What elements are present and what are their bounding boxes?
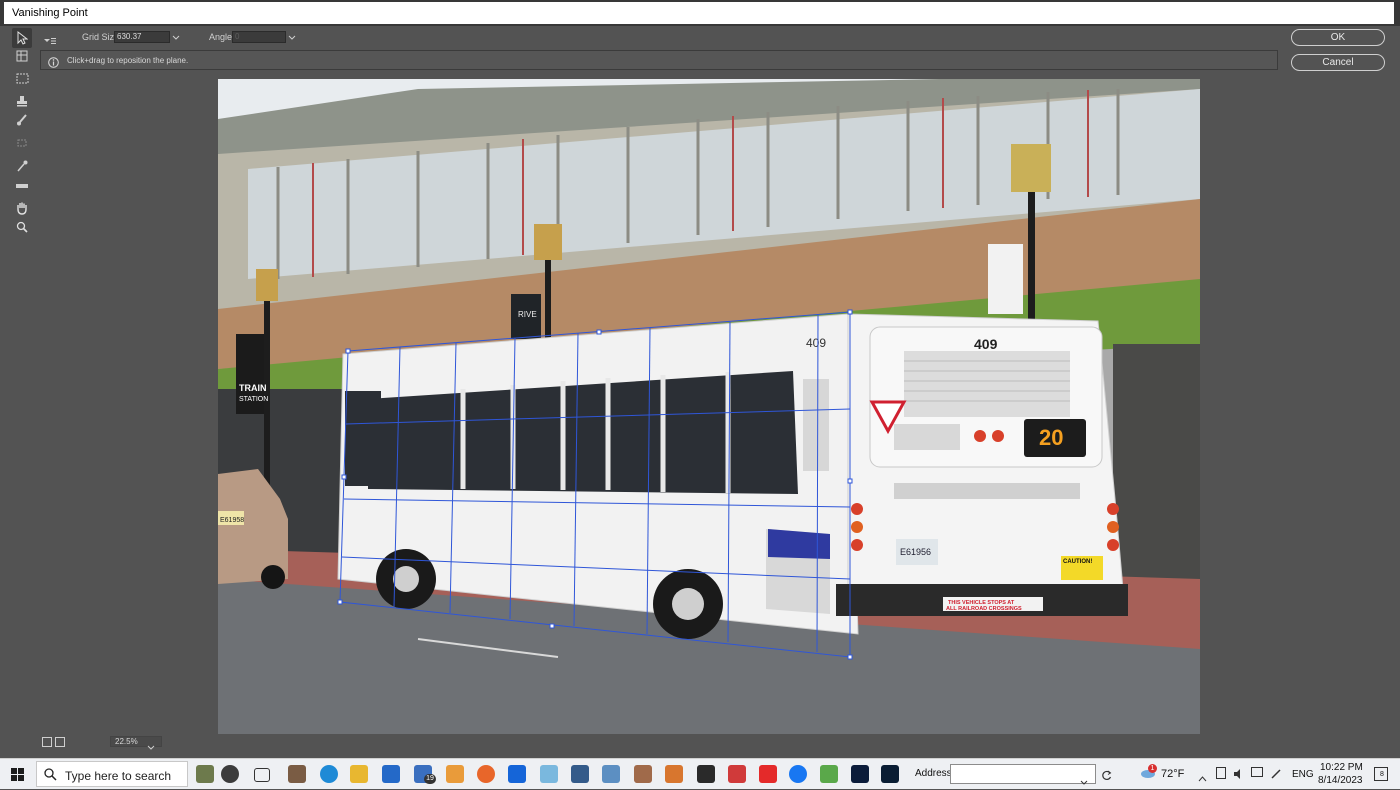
widget-icon[interactable] xyxy=(196,765,214,783)
measure-tool[interactable] xyxy=(12,176,32,196)
angle-dropdown[interactable] xyxy=(286,31,298,43)
angle-label: Angle: xyxy=(209,32,235,42)
app-icon-a[interactable] xyxy=(540,765,558,783)
app-icon-e[interactable] xyxy=(665,765,683,783)
hand-tool[interactable] xyxy=(12,198,32,218)
windows-start-icon[interactable] xyxy=(11,768,24,786)
window-title: Vanishing Point xyxy=(12,7,88,19)
file-explorer-icon[interactable] xyxy=(350,765,368,783)
tool-column xyxy=(0,26,40,750)
mail-badge: 19 xyxy=(424,774,436,784)
chevron-down-icon[interactable] xyxy=(1080,772,1088,790)
firefox-icon[interactable] xyxy=(477,765,495,783)
taskbar-search[interactable]: Type here to search xyxy=(36,761,188,787)
app-icon-f[interactable] xyxy=(697,765,715,783)
photoshop-icon[interactable] xyxy=(851,765,869,783)
eyedropper-tool[interactable] xyxy=(12,156,32,176)
train-sign-text: TRAIN xyxy=(239,383,267,393)
app-icon-h[interactable] xyxy=(820,765,838,783)
preview-canvas[interactable]: RIVE TRAIN STATION E61958 409 409 20 E61… xyxy=(218,79,1200,734)
magnifier-icon xyxy=(16,221,28,233)
headset-icon[interactable] xyxy=(221,765,239,783)
marquee-tool[interactable] xyxy=(12,68,32,88)
title-bar-inner: Vanishing Point xyxy=(4,2,1394,24)
weather-temp: 72°F xyxy=(1161,768,1185,780)
device-icon[interactable] xyxy=(1216,767,1226,779)
app-icon-b[interactable] xyxy=(571,765,589,783)
clock-date[interactable]: 8/14/2023 xyxy=(1318,775,1363,786)
address-label: Address xyxy=(915,768,952,779)
brush-tool[interactable] xyxy=(12,110,32,130)
chevron-down-icon xyxy=(172,35,180,40)
status-strip: 22.5% xyxy=(40,734,1400,750)
grid-plane-icon xyxy=(16,50,28,62)
notification-icon[interactable]: 8 xyxy=(1374,767,1388,781)
refresh-icon[interactable] xyxy=(1101,768,1112,786)
clock-time[interactable]: 10:22 PM xyxy=(1320,762,1363,773)
volume-icon[interactable] xyxy=(1233,767,1245,785)
pen-icon[interactable] xyxy=(1270,767,1282,785)
info-icon xyxy=(48,55,59,73)
banner-text: RIVE xyxy=(518,310,537,319)
ruler-icon xyxy=(16,184,28,188)
plane-menu-icon[interactable] xyxy=(44,32,56,50)
weather-badge: 1 xyxy=(1148,764,1157,773)
address-input[interactable] xyxy=(950,764,1096,784)
bus-side-number: 409 xyxy=(806,336,826,350)
zoom-dropdown[interactable] xyxy=(147,737,155,755)
car-plate-text: E61958 xyxy=(220,517,244,524)
store-icon[interactable] xyxy=(382,765,400,783)
chevron-up-icon[interactable] xyxy=(1198,769,1207,787)
cancel-button[interactable]: Cancel xyxy=(1291,54,1385,71)
arrow-icon xyxy=(17,31,28,45)
angle-input[interactable]: 0 xyxy=(232,31,286,43)
task-view-icon[interactable] xyxy=(254,768,270,782)
language-indicator[interactable]: ENG xyxy=(1292,769,1314,780)
hand-icon xyxy=(17,202,27,215)
caution-sticker-text: CAUTION! xyxy=(1063,559,1092,565)
stamp-tool[interactable] xyxy=(12,91,32,111)
youtube-icon[interactable] xyxy=(759,765,777,783)
edit-plane-tool[interactable] xyxy=(12,28,32,48)
marquee-icon xyxy=(16,73,28,83)
facebook-icon[interactable] xyxy=(789,765,807,783)
fit-view-icon[interactable] xyxy=(42,737,52,747)
create-plane-tool[interactable] xyxy=(12,46,32,66)
taskbar: Type here to search 19 Address 1 72°F EN… xyxy=(0,758,1400,789)
actual-size-icon[interactable] xyxy=(55,737,65,747)
title-bar: Vanishing Point xyxy=(0,0,1400,26)
chevron-down-icon xyxy=(147,745,155,750)
edge-icon[interactable] xyxy=(320,765,338,783)
chevron-down-icon xyxy=(288,35,296,40)
transform-icon xyxy=(17,139,27,147)
route-led-number: 20 xyxy=(1039,425,1063,450)
bumper-text-line2: ALL RAILROAD CROSSINGS xyxy=(946,606,1022,612)
info-bar: Click+drag to reposition the plane. xyxy=(40,50,1278,70)
network-icon[interactable] xyxy=(1251,767,1263,777)
photo-scene: RIVE TRAIN STATION E61958 409 409 20 E61… xyxy=(218,79,1200,734)
app-icon-g[interactable] xyxy=(728,765,746,783)
eyedropper-icon xyxy=(17,160,28,172)
search-icon xyxy=(44,768,57,786)
bus-rear-number: 409 xyxy=(974,336,998,352)
zoom-tool[interactable] xyxy=(12,217,32,237)
ok-button[interactable]: OK xyxy=(1291,29,1385,46)
station-sign-text: STATION xyxy=(239,396,268,403)
photo-app-icon[interactable] xyxy=(288,765,306,783)
media-icon[interactable] xyxy=(446,765,464,783)
options-bar: Grid Size: 630.37 Angle: 0 xyxy=(40,28,1278,48)
transform-tool[interactable] xyxy=(12,133,32,153)
stamp-icon xyxy=(17,96,27,107)
app-icon-c[interactable] xyxy=(602,765,620,783)
grid-size-dropdown[interactable] xyxy=(170,31,182,43)
grid-size-input[interactable]: 630.37 xyxy=(114,31,170,43)
brush-icon xyxy=(17,114,27,126)
app-icon-d[interactable] xyxy=(634,765,652,783)
dropbox-icon[interactable] xyxy=(508,765,526,783)
info-hint: Click+drag to reposition the plane. xyxy=(67,56,189,65)
notification-count: 8 xyxy=(1380,771,1384,778)
lightroom-icon[interactable] xyxy=(881,765,899,783)
search-placeholder: Type here to search xyxy=(65,769,172,783)
rear-plate-text: E61956 xyxy=(900,547,931,557)
